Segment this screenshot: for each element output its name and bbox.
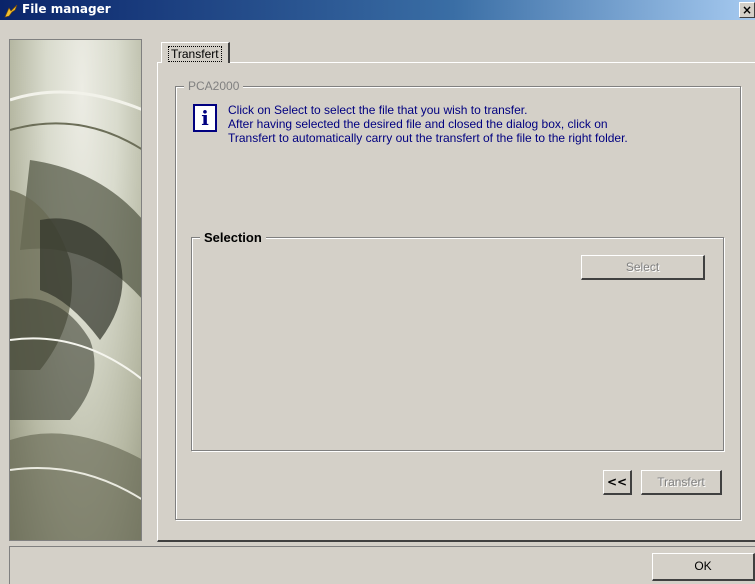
app-icon (4, 4, 18, 18)
side-image (9, 39, 142, 541)
select-button[interactable]: Select (581, 255, 705, 280)
info-icon: i (193, 104, 217, 132)
tab-transfert[interactable]: Transfert (161, 42, 230, 63)
selection-group-legend: Selection (200, 230, 266, 245)
bottom-bar (9, 546, 755, 584)
info-line: Transfert to automatically carry out the… (228, 131, 628, 145)
ok-button[interactable]: OK (652, 553, 755, 581)
tab-label: Transfert (168, 46, 222, 62)
info-text: Click on Select to select the file that … (228, 103, 728, 145)
info-line: After having selected the desired file a… (228, 117, 608, 131)
title-bar: File manager × (0, 0, 755, 20)
pca-group-legend: PCA2000 (184, 79, 244, 93)
close-button[interactable]: × (739, 2, 755, 18)
info-line: Click on Select to select the file that … (228, 103, 528, 117)
window-title: File manager (22, 2, 111, 16)
back-button[interactable]: << (603, 470, 632, 495)
transfer-button[interactable]: Transfert (641, 470, 722, 495)
